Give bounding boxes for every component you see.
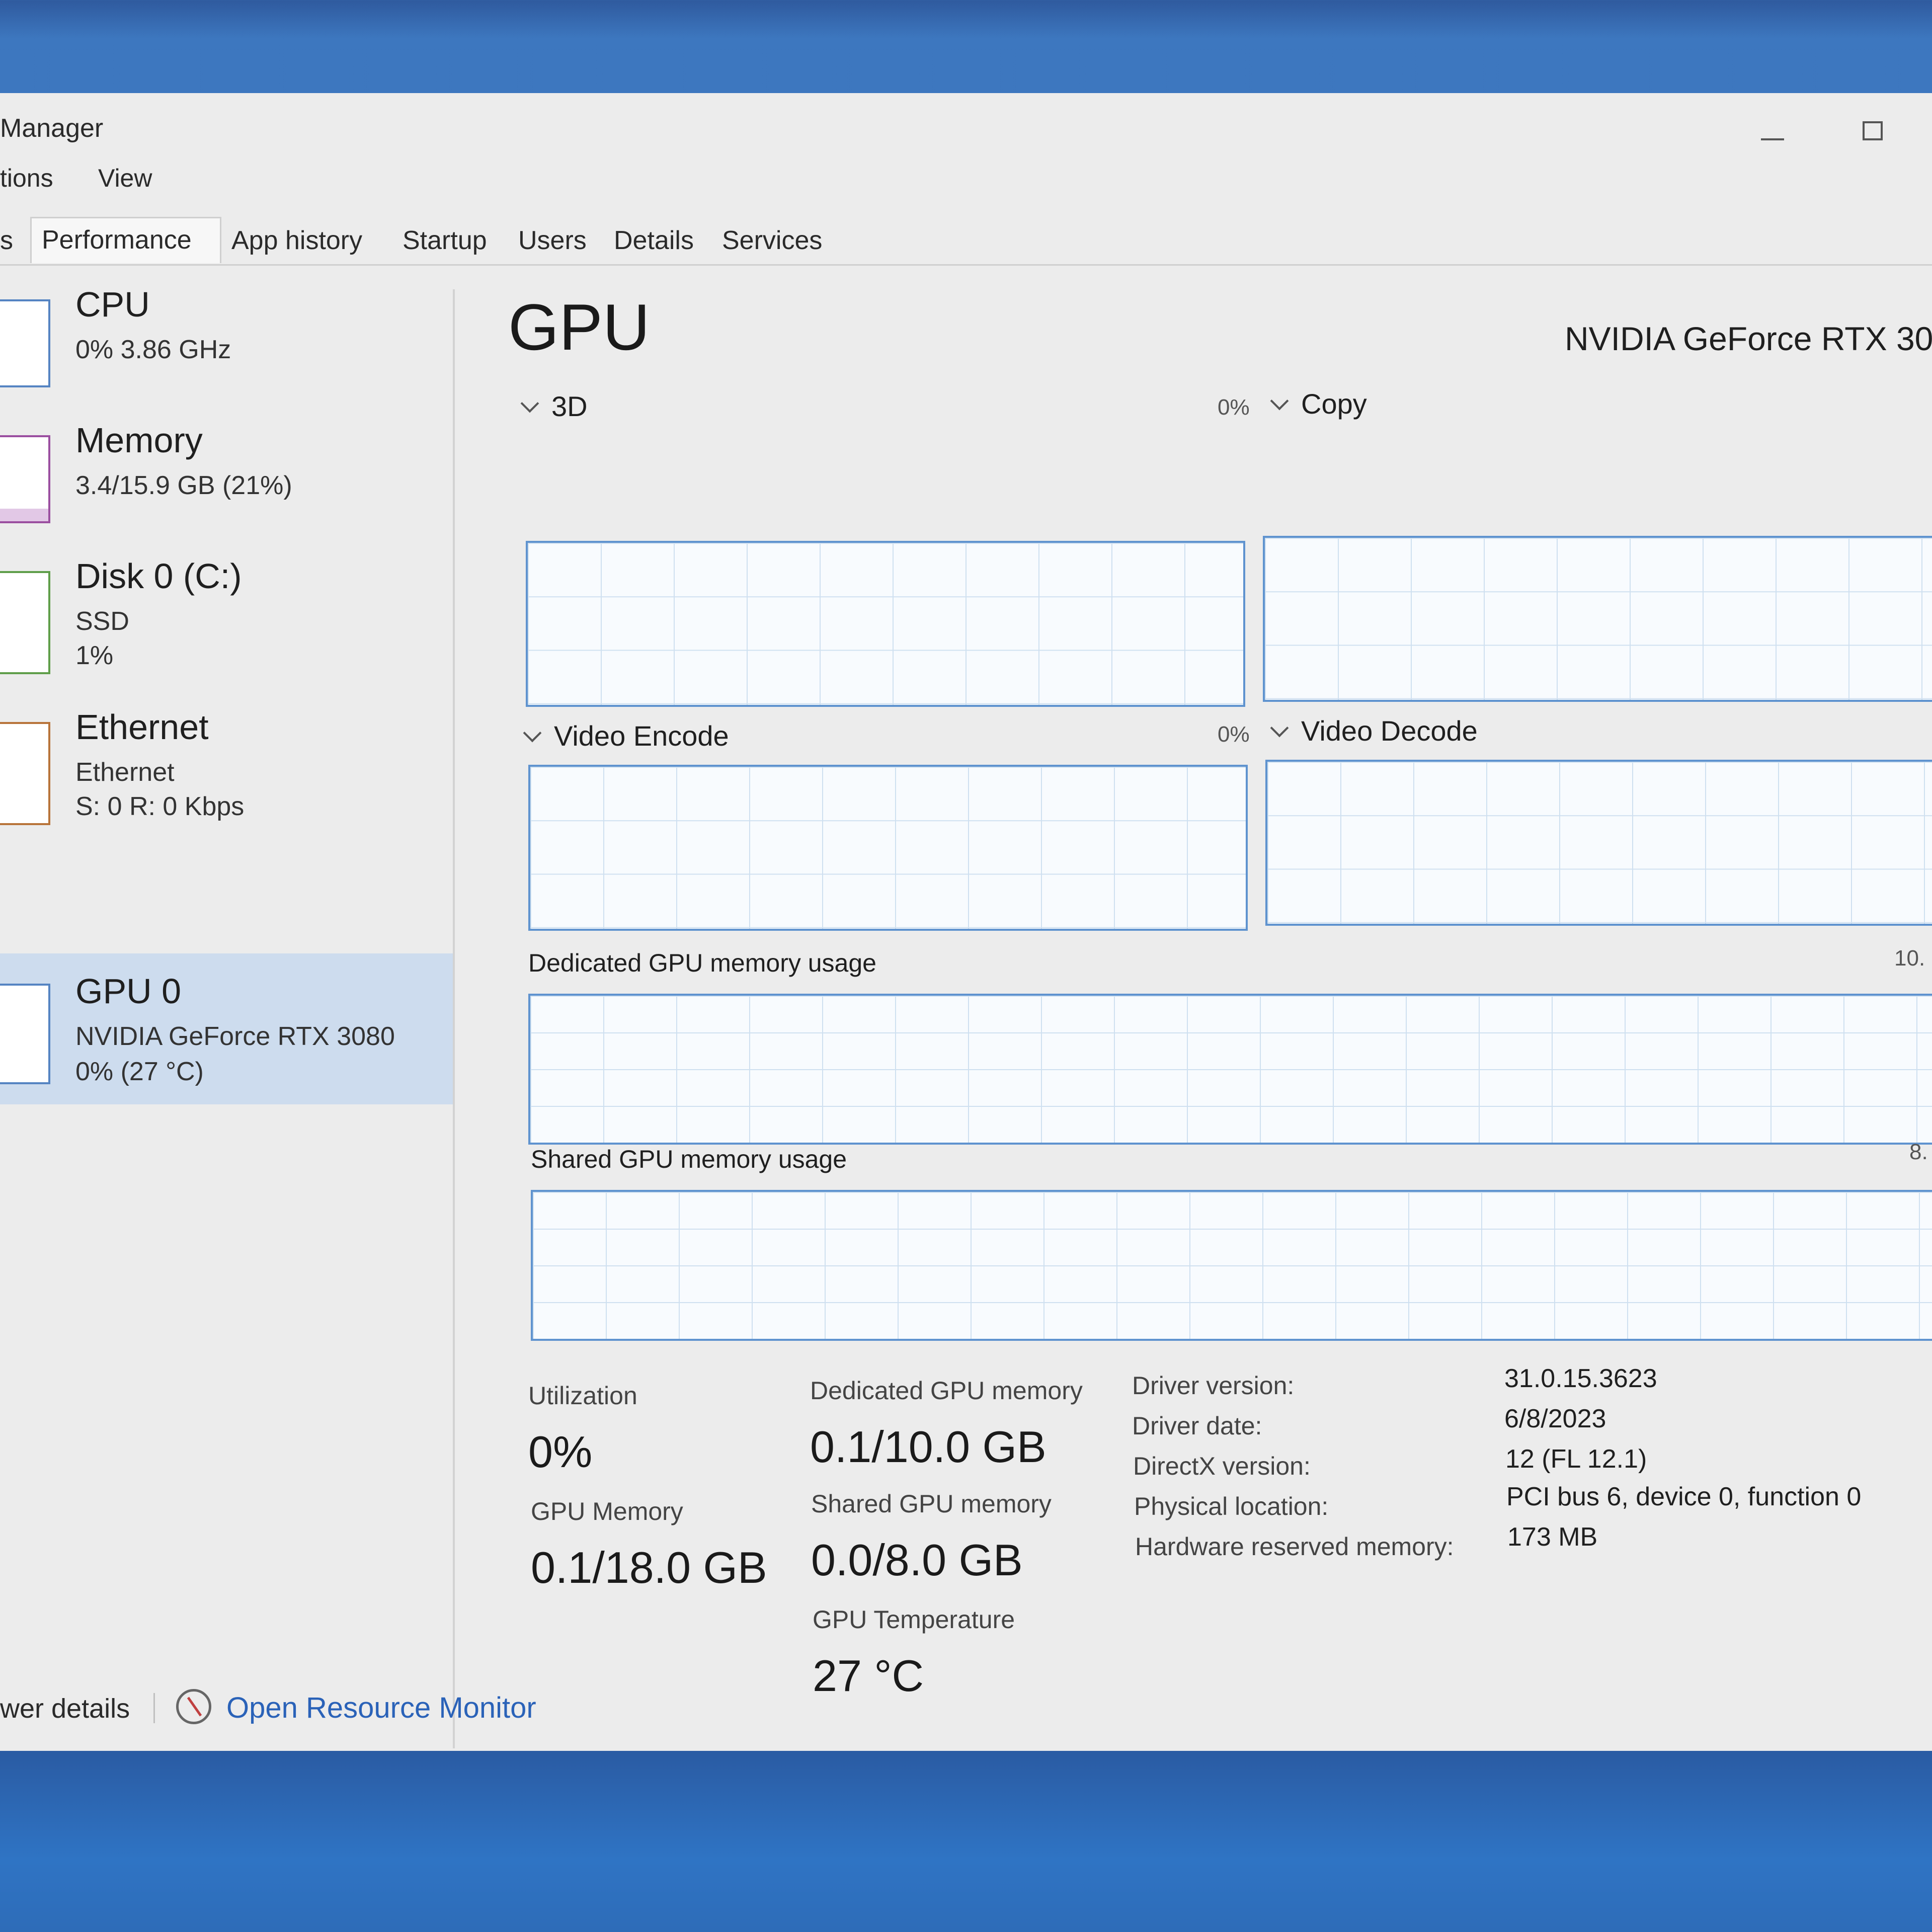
sidebar-item-label: CPU bbox=[75, 285, 150, 324]
graph-copy-label: Copy bbox=[1301, 388, 1367, 420]
tab-processes[interactable]: s bbox=[0, 219, 23, 262]
chevron-down-icon bbox=[1270, 718, 1289, 738]
sidebar-item-label: Ethernet bbox=[75, 707, 209, 747]
sidebar-item-detail: 1% bbox=[75, 641, 114, 670]
sidebar-item-label: Memory bbox=[75, 421, 203, 460]
fewer-details-link[interactable]: wer details bbox=[0, 1693, 130, 1724]
physical-location-value: PCI bus 6, device 0, function 0 bbox=[1506, 1482, 1862, 1511]
open-resource-monitor-link[interactable]: Open Resource Monitor bbox=[226, 1691, 536, 1725]
tab-details[interactable]: Details bbox=[604, 219, 704, 262]
driver-version-label: Driver version: bbox=[1132, 1372, 1295, 1400]
graph-video-encode bbox=[528, 765, 1248, 931]
dedicated-memory-label: Dedicated GPU memory bbox=[810, 1377, 1083, 1405]
hardware-reserved-label: Hardware reserved memory: bbox=[1135, 1533, 1454, 1561]
utilization-label: Utilization bbox=[528, 1382, 637, 1410]
graph-3d-percent: 0% bbox=[1218, 395, 1250, 420]
directx-version-label: DirectX version: bbox=[1133, 1452, 1311, 1480]
page-title: GPU bbox=[508, 290, 650, 364]
graph-3d-label: 3D bbox=[551, 390, 588, 422]
graph-decode-selector[interactable]: Video Decode bbox=[1270, 714, 1478, 747]
sidebar-item-ethernet[interactable]: Ethernet Ethernet S: 0 R: 0 Kbps bbox=[0, 707, 453, 853]
minimize-button[interactable] bbox=[1751, 108, 1796, 153]
chevron-down-icon bbox=[520, 394, 539, 413]
graph-3d bbox=[526, 541, 1245, 707]
chevron-down-icon bbox=[1270, 391, 1289, 411]
tab-app-history[interactable]: App history bbox=[221, 219, 372, 262]
ethernet-thumbnail-graph bbox=[0, 722, 50, 825]
driver-version-value: 31.0.15.3623 bbox=[1504, 1364, 1657, 1393]
hardware-reserved-value: 173 MB bbox=[1507, 1522, 1598, 1552]
gpu-thumbnail-graph bbox=[0, 984, 50, 1084]
shared-memory-value: 0.0/8.0 GB bbox=[811, 1535, 1023, 1585]
sidebar-item-detail: S: 0 R: 0 Kbps bbox=[75, 792, 245, 821]
shared-memory-max: 8. bbox=[1909, 1140, 1928, 1164]
graph-3d-selector[interactable]: 3D bbox=[520, 390, 588, 423]
shared-memory-graph-label: Shared GPU memory usage bbox=[531, 1145, 847, 1173]
graph-copy-selector[interactable]: Copy bbox=[1270, 387, 1367, 420]
dedicated-memory-graph bbox=[528, 994, 1932, 1145]
sidebar-item-label: GPU 0 bbox=[75, 972, 182, 1011]
cpu-thumbnail-graph bbox=[0, 299, 50, 387]
dedicated-memory-graph-label: Dedicated GPU memory usage bbox=[528, 949, 876, 977]
gpu-memory-label: GPU Memory bbox=[531, 1497, 683, 1525]
footer-bar: wer details Open Resource Monitor bbox=[0, 1683, 1932, 1743]
graph-video-decode bbox=[1265, 760, 1932, 926]
sidebar-item-detail: SSD bbox=[75, 607, 129, 636]
tab-users[interactable]: Users bbox=[508, 219, 597, 262]
graph-copy bbox=[1263, 536, 1932, 702]
dedicated-memory-max: 10. bbox=[1894, 946, 1925, 971]
sidebar-item-gpu[interactable]: GPU 0 NVIDIA GeForce RTX 3080 0% (27 °C) bbox=[0, 953, 453, 1104]
directx-version-value: 12 (FL 12.1) bbox=[1505, 1444, 1647, 1474]
task-manager-window: Manager tions View s Performance App his… bbox=[0, 93, 1932, 1753]
tab-performance[interactable]: Performance bbox=[30, 217, 221, 263]
shared-memory-label: Shared GPU memory bbox=[811, 1490, 1052, 1518]
shared-memory-graph bbox=[531, 1190, 1932, 1341]
menu-view[interactable]: View bbox=[98, 164, 152, 193]
sidebar-item-detail: Ethernet bbox=[75, 758, 175, 787]
footer-divider bbox=[153, 1693, 155, 1723]
resource-monitor-icon[interactable] bbox=[176, 1689, 211, 1724]
title-bar: Manager bbox=[0, 93, 1932, 169]
utilization-value: 0% bbox=[528, 1427, 593, 1477]
maximize-button[interactable] bbox=[1852, 108, 1897, 153]
gpu-temperature-label: GPU Temperature bbox=[813, 1605, 1015, 1634]
tab-startup[interactable]: Startup bbox=[392, 219, 497, 262]
sidebar-item-detail: 0% (27 °C) bbox=[75, 1057, 204, 1086]
disk-thumbnail-graph bbox=[0, 571, 50, 674]
sidebar-item-memory[interactable]: Memory 3.4/15.9 GB (21%) bbox=[0, 421, 453, 566]
menu-options[interactable]: tions bbox=[0, 164, 53, 193]
gpu-memory-value: 0.1/18.0 GB bbox=[531, 1543, 767, 1592]
tab-bar: s Performance App history Startup Users … bbox=[0, 214, 1932, 266]
sidebar-item-detail: 3.4/15.9 GB (21%) bbox=[75, 471, 292, 500]
graph-encode-label: Video Encode bbox=[554, 720, 729, 752]
graph-encode-selector[interactable]: Video Encode bbox=[523, 719, 729, 752]
gpu-model-name: NVIDIA GeForce RTX 30 bbox=[1565, 320, 1932, 357]
tab-services[interactable]: Services bbox=[712, 219, 832, 262]
performance-sidebar: CPU 0% 3.86 GHz Memory 3.4/15.9 GB (21%)… bbox=[0, 285, 455, 1748]
sidebar-item-disk[interactable]: Disk 0 (C:) SSD 1% bbox=[0, 556, 453, 702]
sidebar-item-cpu[interactable]: CPU 0% 3.86 GHz bbox=[0, 285, 453, 430]
physical-location-label: Physical location: bbox=[1134, 1492, 1329, 1520]
memory-thumbnail-graph bbox=[0, 435, 50, 523]
window-title: Manager bbox=[0, 114, 104, 143]
desktop-background bbox=[0, 1751, 1932, 1932]
driver-date-value: 6/8/2023 bbox=[1504, 1404, 1606, 1433]
graph-encode-percent: 0% bbox=[1218, 722, 1250, 747]
sidebar-item-detail: NVIDIA GeForce RTX 3080 bbox=[75, 1022, 395, 1051]
sidebar-item-detail: 0% 3.86 GHz bbox=[75, 335, 231, 364]
chevron-down-icon bbox=[523, 723, 542, 743]
dedicated-memory-value: 0.1/10.0 GB bbox=[810, 1422, 1046, 1472]
driver-date-label: Driver date: bbox=[1132, 1412, 1262, 1440]
graph-decode-label: Video Decode bbox=[1301, 715, 1478, 747]
sidebar-item-label: Disk 0 (C:) bbox=[75, 556, 242, 596]
